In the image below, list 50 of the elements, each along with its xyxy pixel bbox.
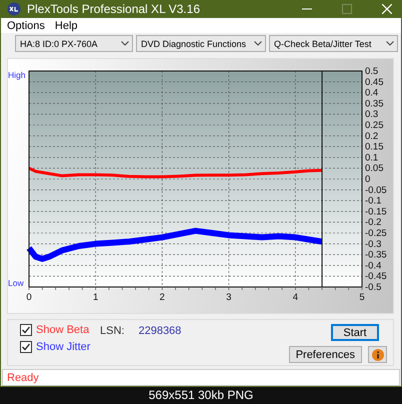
low-label: Low <box>8 278 24 288</box>
dropdown[interactable]: Q-Check Beta/Jitter Test <box>269 35 398 52</box>
dropdown[interactable]: DVD Diagnostic Functions <box>136 35 266 52</box>
x-tick-label: 5 <box>359 292 365 303</box>
checkbox-label[interactable]: Show Jitter <box>36 341 90 353</box>
x-tick-label: 0 <box>26 292 32 303</box>
status-text: Ready <box>7 372 39 384</box>
menu-item[interactable]: Help <box>54 20 78 32</box>
info-button[interactable] <box>368 346 387 363</box>
x-tick-label: 1 <box>92 292 98 303</box>
y-tick-label: -0.5 <box>365 282 382 293</box>
checkbox[interactable] <box>20 324 32 336</box>
start-button[interactable]: Start <box>331 324 379 341</box>
dropdown[interactable]: HA:8 ID:0 PX-760A <box>15 35 133 52</box>
y-tick-label: 0.3 <box>365 109 378 120</box>
y-tick-label: -0.2 <box>365 217 382 228</box>
menu-item[interactable]: Options <box>7 20 45 32</box>
y-tick-label: -0.35 <box>365 250 387 261</box>
y-tick-label: -0.45 <box>365 271 387 282</box>
y-tick-label: -0.15 <box>365 206 387 218</box>
y-tick-label: 0.1 <box>365 152 378 164</box>
x-tick-label: 2 <box>160 292 165 303</box>
high-label: High <box>8 70 26 80</box>
y-tick-label: -0.05 <box>365 184 387 196</box>
y-tick-label: -0.25 <box>365 228 387 239</box>
y-tick-label: 0.2 <box>365 130 378 142</box>
caret-icon <box>254 41 262 46</box>
image-caption: 569x551 30kb PNG <box>0 387 402 404</box>
y-tick-label: 0.45 <box>365 76 384 88</box>
y-tick-label: -0.3 <box>365 238 382 250</box>
y-tick-label: 0 <box>365 174 370 185</box>
preferences-button[interactable]: Preferences <box>288 346 362 363</box>
x-tick-label: 4 <box>292 292 298 303</box>
y-tick-label: 0.4 <box>365 88 378 99</box>
window-title: PlexTools Professional XL V3.16 <box>27 2 200 16</box>
caret-icon <box>386 41 394 46</box>
y-tick-label: 0.5 <box>365 66 378 77</box>
y-tick-label: -0.1 <box>365 196 382 207</box>
caret-icon <box>121 41 129 46</box>
app-logo-icon <box>7 2 21 16</box>
y-tick-label: -0.4 <box>365 260 382 272</box>
y-tick-label: 0.35 <box>365 98 384 110</box>
y-tick-label: 0.15 <box>365 142 384 153</box>
x-tick-label: 3 <box>226 292 232 303</box>
lsn-value: 2298368 <box>138 325 182 339</box>
lsn-label: LSN: <box>100 325 124 339</box>
checkbox[interactable] <box>20 341 32 353</box>
y-tick-label: 0.05 <box>365 163 384 174</box>
y-tick-label: 0.25 <box>365 120 384 131</box>
close-icon[interactable] <box>382 4 392 14</box>
